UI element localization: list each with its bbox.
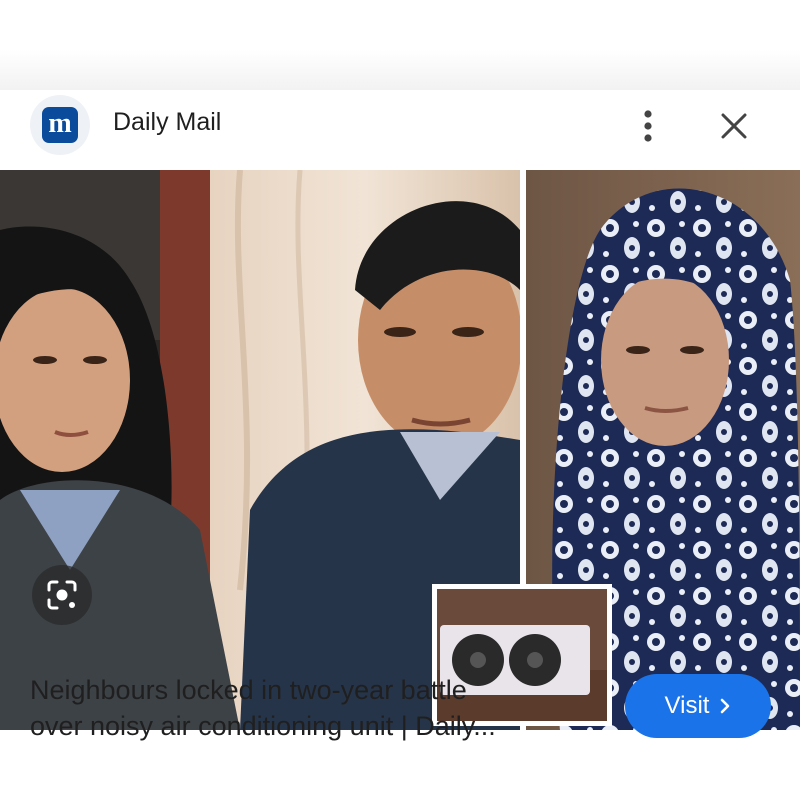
- result-card: m Daily Mail Neighbours locked in two-ye…: [0, 90, 800, 800]
- visit-label: Visit: [664, 692, 710, 719]
- article-photo: [0, 170, 800, 730]
- top-fade: [0, 0, 800, 90]
- article-title-line-2: over noisy air conditioning unit | Daily…: [30, 711, 496, 741]
- close-icon: [721, 113, 747, 139]
- close-button[interactable]: [712, 104, 756, 148]
- more-options-button[interactable]: [626, 104, 670, 148]
- daily-mail-logo[interactable]: m: [30, 95, 90, 155]
- article-title[interactable]: Neighbours locked in two-year battle ove…: [30, 672, 590, 744]
- article-title-line-1: Neighbours locked in two-year battle: [30, 675, 467, 705]
- article-image[interactable]: [0, 170, 800, 730]
- more-vert-icon: [644, 110, 652, 142]
- daily-mail-logo-mark: m: [42, 107, 78, 143]
- google-lens-icon: [47, 580, 77, 610]
- google-lens-button[interactable]: [32, 565, 92, 625]
- visit-button[interactable]: Visit: [625, 674, 771, 738]
- page: m Daily Mail Neighbours locked in two-ye…: [0, 0, 800, 800]
- chevron-right-icon: [721, 698, 730, 714]
- card-header: m Daily Mail: [0, 90, 800, 170]
- source-name[interactable]: Daily Mail: [113, 108, 221, 137]
